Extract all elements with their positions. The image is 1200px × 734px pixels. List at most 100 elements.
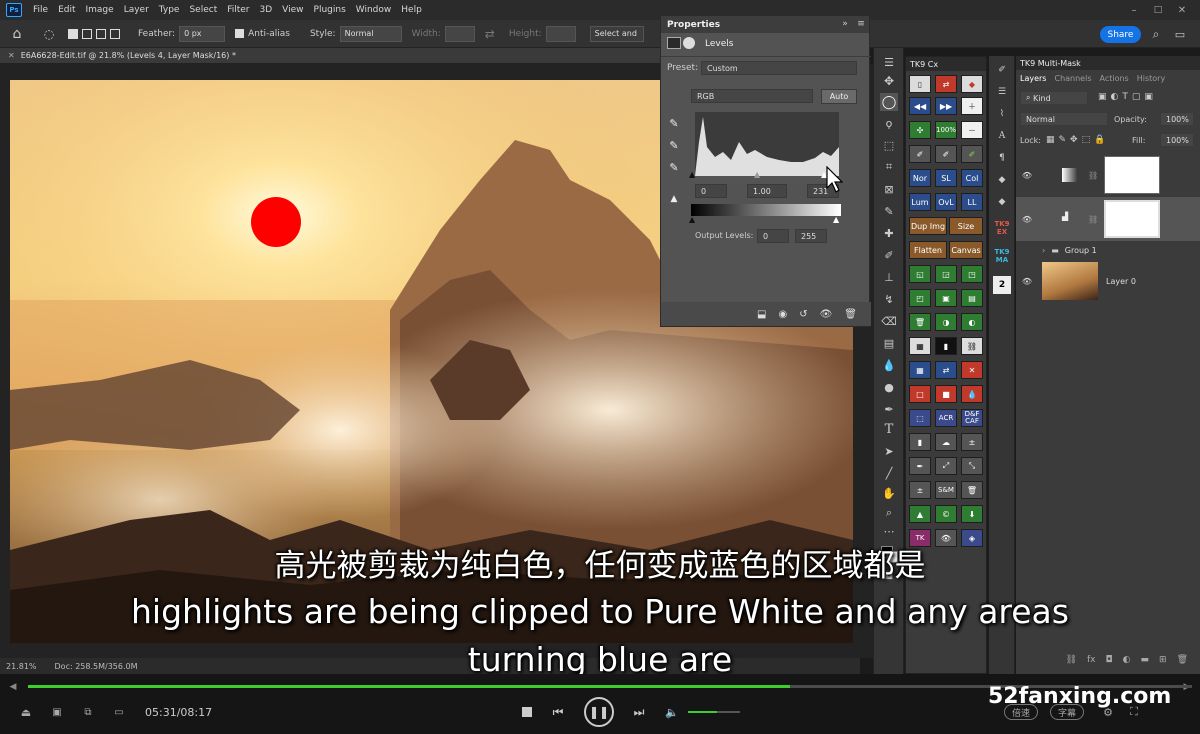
view-previous-icon[interactable]: ◉ xyxy=(778,309,787,320)
layer-row-gradient[interactable]: 👁 ⛓ xyxy=(1016,154,1200,196)
clip-to-layer-icon[interactable]: ⬓ xyxy=(757,309,766,320)
tk9-canvas-button[interactable]: Canvas xyxy=(949,241,983,259)
info-icon[interactable]: ▣ xyxy=(49,704,65,720)
tk9-close-icon[interactable]: ✕ xyxy=(961,361,983,379)
gradient-icon[interactable]: ▤ xyxy=(880,334,898,352)
opacity-field[interactable]: 100% xyxy=(1160,112,1194,126)
search-icon[interactable]: ⌕ xyxy=(1148,26,1164,43)
tk9-new-doc-icon[interactable]: ▯ xyxy=(909,75,931,93)
black-point-slider[interactable]: ▲ xyxy=(689,170,695,179)
eyedropper-icon[interactable]: ✎ xyxy=(880,202,898,220)
tk9-brush-white-icon[interactable]: ✐ xyxy=(935,145,957,163)
share-button[interactable]: Share xyxy=(1100,26,1141,43)
pause-button[interactable]: ❚❚ xyxy=(584,697,614,727)
tk9-plus-icon[interactable]: ＋ xyxy=(961,97,983,115)
output-white-field[interactable]: 255 xyxy=(795,229,827,243)
character-icon[interactable]: A xyxy=(994,128,1010,144)
eye-icon[interactable]: 👁 xyxy=(1016,277,1038,286)
tk9-red-fill-icon[interactable]: ■ xyxy=(935,385,957,403)
menu-select[interactable]: Select xyxy=(184,5,222,15)
tk9-plus-minus-icon[interactable]: ± xyxy=(961,433,983,451)
trash-icon[interactable]: 🗑 xyxy=(844,309,857,320)
tk9-brush-black-icon[interactable]: ✐ xyxy=(909,145,931,163)
close-icon[interactable]: ✕ xyxy=(1176,3,1188,17)
healing-brush-icon[interactable]: ✚ xyxy=(880,224,898,242)
document-tab[interactable]: ✕ E6A6628-Edit.tif @ 21.8% (Levels 4, La… xyxy=(0,48,660,64)
tk9-two-icon[interactable]: 2 xyxy=(993,276,1011,294)
layer-row-group[interactable]: › ▬ Group 1 xyxy=(1016,242,1200,258)
menu-help[interactable]: Help xyxy=(396,5,427,15)
width-input[interactable] xyxy=(444,25,475,42)
workspace-icon[interactable]: ▭ xyxy=(1172,26,1188,43)
style-select[interactable]: Normal xyxy=(339,25,402,42)
eye-icon[interactable]: 👁 xyxy=(1016,171,1038,180)
tk9-flatten-button[interactable]: Flatten xyxy=(909,241,947,259)
crop-icon[interactable]: ⌗ xyxy=(880,158,898,176)
move-tool-icon[interactable]: ✥ xyxy=(880,72,898,90)
tk9-delete-icon[interactable]: 🗑 xyxy=(909,313,931,331)
preset-select[interactable]: Custom xyxy=(701,61,857,75)
tk9-compress-icon[interactable]: ⤡ xyxy=(961,457,983,475)
lock-icons[interactable]: ▦✎✥⬚🔒 xyxy=(1046,135,1109,145)
tk9-copyright-icon[interactable]: © xyxy=(935,505,957,523)
tk9-trash-icon[interactable]: 🗑 xyxy=(961,481,983,499)
tk9-100-button[interactable]: 100% xyxy=(935,121,957,139)
gray-eyedropper-icon[interactable]: ✎ xyxy=(667,138,681,152)
layer-thumbnail[interactable] xyxy=(1042,262,1098,300)
menu-plugins[interactable]: Plugins xyxy=(309,5,351,15)
input-black-field[interactable]: 0 xyxy=(695,184,727,198)
tk9-dup-img-button[interactable]: Dup Img xyxy=(909,217,947,235)
tool-options-icon[interactable]: ☰ xyxy=(880,54,898,70)
tk9-expand-icon[interactable]: ⤢ xyxy=(935,457,957,475)
more-tools-icon[interactable]: ⋯ xyxy=(880,524,898,538)
eraser-icon[interactable]: ⌫ xyxy=(880,312,898,330)
tk9-ma-label[interactable]: TK9 MA xyxy=(992,248,1012,264)
tk9-sm-button[interactable]: S&M xyxy=(935,481,957,499)
fill-field[interactable]: 100% xyxy=(1160,133,1194,147)
tk9-brush-green-icon[interactable]: ✐ xyxy=(961,145,983,163)
antialias-checkbox[interactable]: Anti-alias xyxy=(231,25,294,43)
previous-icon[interactable]: ⏮ xyxy=(550,703,566,721)
selection-mode-icons[interactable] xyxy=(64,25,124,43)
comment-icon[interactable]: ▭ xyxy=(111,704,127,720)
menu-window[interactable]: Window xyxy=(351,5,397,15)
hand-icon[interactable]: ✋ xyxy=(880,484,898,502)
adjustments-icon[interactable]: ☰ xyxy=(994,84,1010,100)
dodge-icon[interactable]: ● xyxy=(880,378,898,396)
tk9-acr-button[interactable]: ACR xyxy=(935,409,957,427)
stop-icon[interactable] xyxy=(522,707,532,717)
feather-input[interactable]: 0 px xyxy=(179,25,226,42)
speed-button[interactable]: 倍速 xyxy=(1004,704,1038,720)
tk9-minus-icon[interactable]: － xyxy=(961,121,983,139)
tab-history[interactable]: History xyxy=(1133,74,1169,83)
tk9-mask-icon[interactable]: ◑ xyxy=(935,313,957,331)
tk9-blend-overlay[interactable]: OvL xyxy=(935,193,957,211)
brush-settings-icon[interactable]: ✐ xyxy=(994,62,1010,78)
object-select-icon[interactable]: ⬚ xyxy=(880,136,898,154)
tk9-layer-icon-1[interactable]: ◱ xyxy=(909,265,931,283)
tk9-rewind-icon[interactable]: ◀◀ xyxy=(909,97,931,115)
eye-icon[interactable]: 👁 xyxy=(1016,215,1038,224)
output-black-field[interactable]: 0 xyxy=(757,229,789,243)
auto-button[interactable]: Auto xyxy=(821,89,857,104)
layer-mask-thumbnail[interactable] xyxy=(1104,156,1161,194)
tk9-blend-softlight[interactable]: SL xyxy=(935,169,957,187)
close-tab-icon[interactable]: ✕ xyxy=(8,51,15,60)
tk9-palette-icon[interactable]: ◆ xyxy=(961,75,983,93)
tk9-layer-icon-2[interactable]: ◲ xyxy=(935,265,957,283)
prev-chapter-icon[interactable]: ◀ xyxy=(6,681,20,693)
next-icon[interactable]: ⏭ xyxy=(631,703,647,721)
tk9-drop-icon[interactable]: 💧 xyxy=(961,385,983,403)
tk9-weather-icon[interactable]: ☁ xyxy=(935,433,957,451)
home-icon[interactable]: ⌂ xyxy=(0,25,34,43)
input-gamma-field[interactable]: 1.00 xyxy=(747,184,787,198)
maximize-icon[interactable]: □ xyxy=(1152,3,1164,17)
tk9-link-icon[interactable]: ⛓ xyxy=(961,337,983,355)
tk9-size-button[interactable]: Size xyxy=(949,217,983,235)
menu-type[interactable]: Type xyxy=(154,5,185,15)
collapse-icon[interactable]: » xyxy=(839,18,851,30)
brush-icon[interactable]: ✐ xyxy=(880,246,898,264)
tk9-layer-icon-5[interactable]: ▣ xyxy=(935,289,957,307)
curves-icon[interactable]: ⌇ xyxy=(994,106,1010,122)
channel-select[interactable]: RGB xyxy=(691,89,813,103)
